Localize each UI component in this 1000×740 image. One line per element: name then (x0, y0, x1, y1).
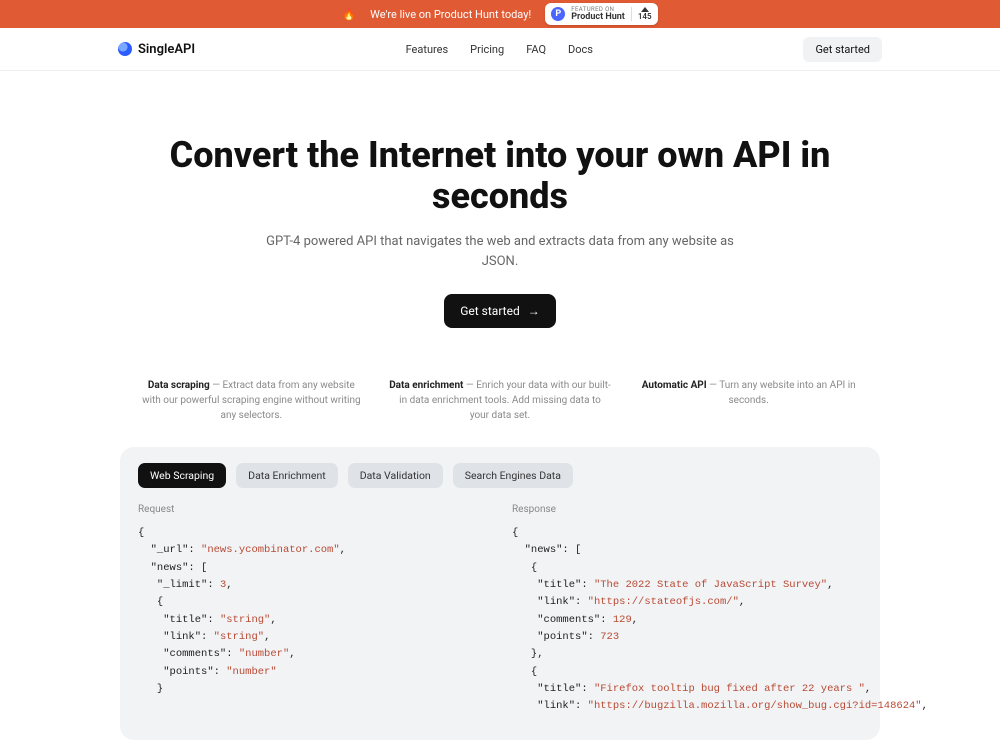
product-hunt-icon: P (551, 7, 565, 21)
tab-search-engines-data[interactable]: Search Engines Data (453, 463, 573, 488)
announcement-banner: 🔥 We're live on Product Hunt today! P FE… (0, 0, 1000, 28)
nav-link-docs[interactable]: Docs (568, 43, 593, 56)
response-column: Response { "news": [ { "title": "The 202… (512, 500, 862, 715)
hero-cta-label: Get started (460, 304, 520, 318)
brand-link[interactable]: SingleAPI (118, 42, 195, 57)
feature-data-enrichment: Data enrichment — Enrich your data with … (389, 378, 612, 423)
feature-body: Turn any website into an API in seconds. (719, 380, 855, 406)
feature-automatic-api: Automatic API — Turn any website into an… (637, 378, 860, 423)
nav-link-features[interactable]: Features (406, 43, 449, 56)
ph-site-label: Product Hunt (571, 13, 625, 22)
hero-get-started-button[interactable]: Get started → (444, 294, 556, 328)
feature-title: Data enrichment (389, 380, 463, 391)
page-subtitle: GPT-4 powered API that navigates the web… (260, 232, 740, 272)
response-code: { "news": [ { "title": "The 2022 State o… (512, 525, 862, 715)
nav-link-faq[interactable]: FAQ (526, 43, 546, 56)
tab-web-scraping[interactable]: Web Scraping (138, 463, 226, 488)
brand-logo-icon (118, 42, 132, 56)
feature-title: Automatic API (642, 380, 707, 391)
request-label: Request (138, 504, 488, 515)
code-demo-panel: Web Scraping Data Enrichment Data Valida… (120, 447, 880, 739)
ph-votes: 145 (631, 7, 652, 21)
ph-vote-count: 145 (638, 13, 652, 21)
page-title: Convert the Internet into your own API i… (140, 135, 860, 218)
announcement-text: We're live on Product Hunt today! (370, 8, 531, 21)
nav-bar: SingleAPI Features Pricing FAQ Docs Get … (0, 28, 1000, 71)
demo-tabs: Web Scraping Data Enrichment Data Valida… (138, 463, 862, 488)
feature-title: Data scraping (148, 380, 210, 391)
announcement-icon: 🔥 (342, 8, 356, 21)
product-hunt-badge[interactable]: P FEATURED ON Product Hunt 145 (545, 3, 657, 25)
tab-data-enrichment[interactable]: Data Enrichment (236, 463, 338, 488)
request-column: Request { "_url": "news.ycombinator.com"… (138, 500, 488, 715)
hero: Convert the Internet into your own API i… (120, 71, 880, 356)
response-label: Response (512, 504, 862, 515)
nav-get-started-button[interactable]: Get started (803, 37, 882, 62)
nav-links: Features Pricing FAQ Docs (406, 43, 593, 56)
nav-link-pricing[interactable]: Pricing (470, 43, 504, 56)
arrow-right-icon: → (528, 304, 540, 318)
tab-data-validation[interactable]: Data Validation (348, 463, 443, 488)
feature-row: Data scraping — Extract data from any we… (120, 378, 880, 423)
feature-data-scraping: Data scraping — Extract data from any we… (140, 378, 363, 423)
request-code: { "_url": "news.ycombinator.com", "news"… (138, 525, 488, 698)
brand-name: SingleAPI (138, 42, 195, 57)
